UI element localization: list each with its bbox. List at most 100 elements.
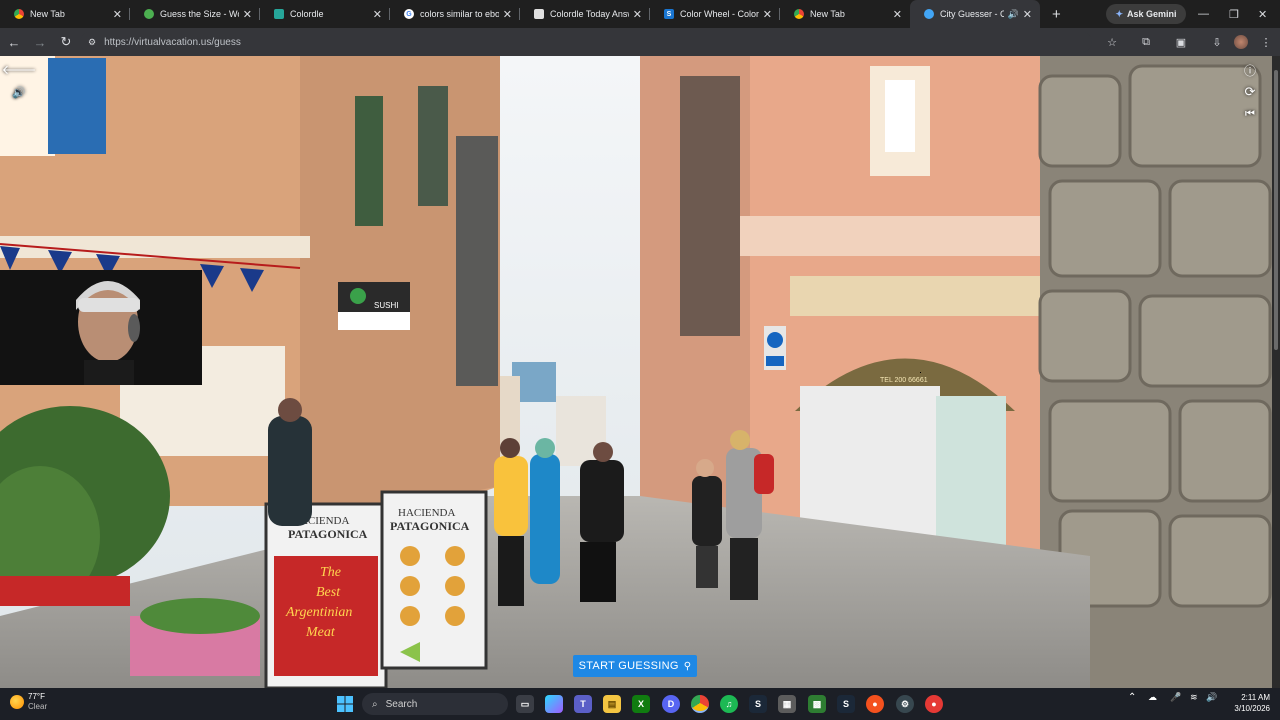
site-info-icon[interactable]: ⚙ [88, 37, 96, 48]
file-explorer-icon[interactable]: ▤ [603, 695, 621, 713]
minimize-icon[interactable]: — [1198, 0, 1209, 28]
media-icon[interactable]: ▣ [1171, 32, 1191, 52]
tab-colordle-today[interactable]: Colordle Today Answe ✕ [520, 0, 650, 28]
tab-label: Colordle Today Answe [550, 9, 629, 19]
streamer-avatar [0, 270, 202, 385]
close-icon[interactable]: ✕ [633, 8, 642, 21]
skip-back-icon[interactable]: ⏮ [1240, 104, 1260, 124]
globe-icon [924, 9, 934, 19]
scrollbar-thumb[interactable] [1274, 70, 1278, 350]
record-icon[interactable]: ● [925, 695, 943, 713]
discord-icon[interactable]: D [662, 695, 680, 713]
weather-desc: Clear [28, 702, 48, 711]
tab-label: New Tab [810, 9, 845, 19]
page-icon [534, 9, 544, 19]
new-tab-plus-icon[interactable]: + [1052, 6, 1061, 23]
close-icon[interactable]: ✕ [373, 8, 382, 21]
sushi-sign-text: SUSHI [374, 301, 398, 310]
start-guessing-label: START GUESSING [578, 660, 679, 672]
reload-icon[interactable]: ↻ [54, 30, 78, 54]
tab-label: Guess the Size - Worldl [160, 9, 239, 19]
restore-icon[interactable]: ❐ [1229, 0, 1239, 28]
tab-guess-the-size[interactable]: Guess the Size - Worldl ✕ [130, 0, 260, 28]
tab-city-guesser[interactable]: City Guesser - Can 🔊 ✕ [910, 0, 1040, 28]
colordle-icon [274, 9, 284, 19]
refresh-icon[interactable]: ⟳ [1240, 82, 1260, 102]
tab-strip: New Tab ✕ Guess the Size - Worldl ✕ Colo… [0, 0, 1280, 28]
chevron-up-icon[interactable]: ⌃ [1128, 692, 1136, 703]
tab-label: New Tab [30, 9, 65, 19]
sun-icon [10, 695, 24, 709]
menu-board-1-line-2: PATAGONICA [288, 527, 368, 541]
start-guessing-button[interactable]: START GUESSING ⚲ [573, 655, 697, 677]
close-icon[interactable]: ✕ [113, 8, 122, 21]
copilot-icon[interactable] [545, 695, 563, 713]
extensions-icon[interactable]: ⧉ [1136, 32, 1156, 52]
settings-gear-icon[interactable]: ⚙ [896, 695, 914, 713]
close-icon[interactable]: ✕ [763, 8, 772, 21]
calculator-icon[interactable]: ▦ [778, 695, 796, 713]
tab-label: colors similar to ebony [420, 9, 499, 19]
back-arrow-icon[interactable]: 🡐 [2, 60, 37, 80]
download-icon[interactable]: ⇩ [1207, 32, 1227, 52]
google-icon: G [404, 9, 414, 19]
close-icon[interactable]: ✕ [893, 8, 902, 21]
microphone-icon[interactable]: 🎤 [1170, 692, 1181, 703]
minecraft-icon[interactable]: ▩ [808, 695, 826, 713]
profile-avatar[interactable] [1231, 32, 1251, 52]
search-icon: ⌕ [372, 698, 378, 710]
menu-board-1-line-5: Argentinian [285, 605, 352, 620]
info-icon[interactable]: ⓘ [1240, 60, 1260, 80]
tab-label: Color Wheel - Color Ca [680, 9, 759, 19]
street-view-panorama[interactable]: SUSHI TEL 200 66661 HACIENDA PATAGONICA … [0, 56, 1272, 688]
tab-colordle[interactable]: Colordle ✕ [260, 0, 390, 28]
system-clock[interactable]: 2:11 AM 3/10/2026 [1222, 692, 1270, 714]
bookmark-star-icon[interactable]: ☆ [1102, 32, 1122, 52]
tab-new-tab-2[interactable]: New Tab ✕ [780, 0, 910, 28]
xbox-icon[interactable]: X [632, 695, 650, 713]
close-icon[interactable]: ✕ [503, 8, 512, 21]
globe-icon [144, 9, 154, 19]
url-text: https://virtualvacation.us/guess [104, 36, 241, 48]
chrome-taskbar-icon[interactable] [691, 695, 709, 713]
menu-board-1-line-4: Best [316, 585, 341, 600]
speaker-icon[interactable]: 🔊 [1008, 9, 1019, 20]
page-scrollbar[interactable] [1272, 56, 1280, 688]
menu-board-2-line-2: PATAGONICA [390, 519, 470, 533]
tab-color-wheel[interactable]: S Color Wheel - Color Ca ✕ [650, 0, 780, 28]
tab-label: City Guesser - Can [940, 9, 1004, 19]
ask-gemini-label: Ask Gemini [1127, 9, 1177, 19]
teams-icon[interactable]: T [574, 695, 592, 713]
task-view-icon[interactable]: ▭ [516, 695, 534, 713]
volume-icon[interactable]: 🔊 [9, 82, 29, 102]
spotify-icon[interactable]: ♫ [720, 695, 738, 713]
ask-gemini-button[interactable]: ✦ Ask Gemini [1106, 4, 1186, 24]
address-bar[interactable]: ⚙ https://virtualvacation.us/guess [80, 32, 1092, 52]
tab-colors-similar[interactable]: G colors similar to ebony ✕ [390, 0, 520, 28]
wifi-icon[interactable]: ≋ [1190, 692, 1198, 703]
windows-start-icon[interactable] [336, 695, 354, 713]
shop-phone-text: TEL 200 66661 [880, 377, 928, 384]
tab-new-tab-1[interactable]: New Tab ✕ [0, 0, 130, 28]
weather-widget[interactable]: 77°F Clear [10, 692, 47, 712]
taskbar-search[interactable]: ⌕ Search [362, 693, 508, 715]
menu-kebab-icon[interactable]: ⋮ [1256, 32, 1276, 52]
steam-2-icon[interactable]: S [837, 695, 855, 713]
map-pin-icon: ⚲ [683, 660, 692, 672]
menu-board-1-line-6: Meat [305, 625, 336, 640]
app-orange-icon[interactable]: ● [866, 695, 884, 713]
network-app-icon[interactable]: ☁ [1148, 692, 1157, 703]
clock-time: 2:11 AM [1241, 693, 1270, 702]
weather-temp: 77°F [28, 692, 45, 701]
forward-arrow-icon[interactable]: → [28, 30, 52, 54]
chrome-icon [14, 9, 24, 19]
search-label: Search [385, 698, 418, 710]
volume-tray-icon[interactable]: 🔊 [1206, 692, 1217, 703]
back-arrow-icon[interactable]: ← [2, 30, 26, 54]
close-icon[interactable]: ✕ [1023, 8, 1032, 21]
steam-icon[interactable]: S [749, 695, 767, 713]
close-window-icon[interactable]: ✕ [1258, 0, 1267, 28]
webcam-overlay [0, 270, 202, 385]
close-icon[interactable]: ✕ [243, 8, 252, 21]
tab-label: Colordle [290, 9, 324, 19]
